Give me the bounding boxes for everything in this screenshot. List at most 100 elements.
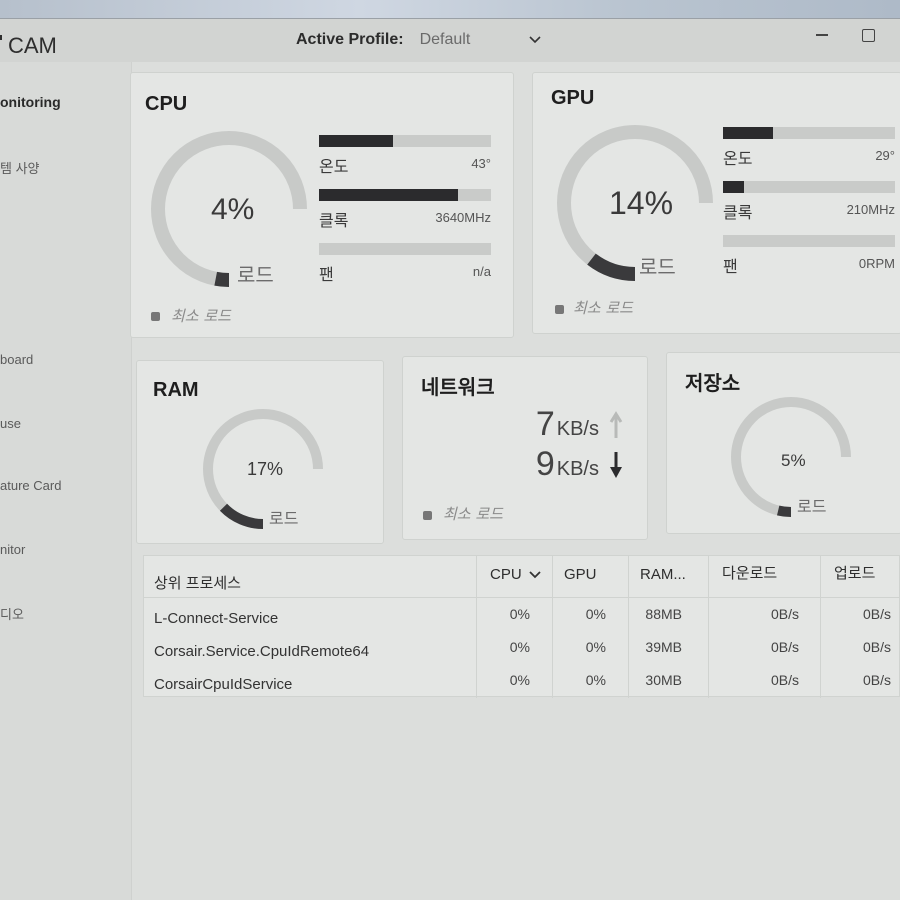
gpu-fan-value: 0RPM — [858, 256, 895, 271]
storage-load-value: 5% — [781, 451, 806, 470]
desktop-background — [0, 0, 900, 20]
cell-upload: 0B/s — [862, 639, 891, 655]
cell-gpu: 0% — [585, 672, 606, 688]
gpu-temp-metric: 온도 29° — [723, 127, 895, 169]
gpu-temp-bar — [723, 127, 895, 139]
sidebar: onitoring 템 사양 board use ature Card nito… — [0, 62, 132, 900]
sidebar-item-monitor[interactable]: nitor — [0, 542, 25, 557]
network-download-value: 9 — [535, 445, 555, 483]
network-upload-unit: KB/s — [556, 418, 599, 440]
cell-cpu: 0% — [509, 639, 530, 655]
maximize-button[interactable] — [858, 25, 878, 45]
gpu-fan-label: 팬 — [723, 257, 738, 276]
gpu-clock-label: 클록 — [723, 203, 753, 222]
cell-download: 0B/s — [770, 639, 799, 655]
ram-card: RAM 17% 로드 — [136, 360, 384, 544]
gauge-fill — [776, 505, 792, 517]
cell-download: 0B/s — [770, 672, 799, 688]
ram-load-value: 17% — [247, 459, 284, 479]
active-profile-value[interactable]: Default — [420, 31, 520, 49]
cpu-clock-bar — [319, 189, 491, 201]
cell-gpu: 0% — [585, 606, 606, 622]
gauge-fill — [219, 503, 264, 529]
cpu-temp-value: 43° — [471, 156, 491, 171]
cell-download: 0B/s — [770, 606, 799, 622]
table-row[interactable]: L-Connect-Service 0% 0% 88MB 0B/s 0B/s — [144, 606, 899, 636]
storage-title: 저장소 — [685, 373, 741, 395]
cpu-clock-bar-fill — [319, 189, 459, 201]
gpu-load-label: 로드 — [639, 257, 676, 279]
sidebar-item-monitoring[interactable]: onitoring — [0, 94, 61, 110]
gpu-card: GPU 14% 로드 최소 로드 온도 29° 클록 210MHz 팬 0RPM — [532, 72, 900, 334]
cpu-fan-label: 팬 — [319, 265, 334, 284]
storage-load-label: 로드 — [797, 499, 827, 516]
gpu-fan-bar — [723, 235, 895, 247]
legend-swatch-icon — [555, 305, 564, 314]
gpu-temp-bar-fill — [723, 127, 773, 139]
gpu-legend-min-load: 최소 로드 — [573, 299, 633, 317]
network-upload-value: 7 — [535, 405, 555, 443]
cell-gpu: 0% — [585, 639, 606, 655]
title-bar: CAM Active Profile: Default — [0, 18, 900, 62]
gpu-clock-value: 210MHz — [846, 202, 895, 217]
header-download[interactable]: 다운로드 — [722, 562, 777, 583]
cpu-card: CPU 4% 로드 최소 로드 온도 43° 클록 3640MHz 팬 n/a — [130, 72, 514, 338]
cell-name: Corsair.Service.CpuIdRemote64 — [154, 643, 370, 660]
cell-upload: 0B/s — [862, 672, 891, 688]
network-upload: 7 KB/s — [536, 405, 623, 444]
cpu-legend-min-load: 최소 로드 — [171, 307, 231, 325]
sidebar-item-mouse[interactable]: use — [0, 416, 21, 431]
ram-title: RAM — [153, 379, 199, 401]
gpu-clock-bar-fill — [723, 181, 744, 193]
minimize-button[interactable] — [812, 25, 832, 45]
gpu-title: GPU — [551, 87, 595, 109]
gauge-fill — [214, 271, 230, 287]
cell-ram: 39MB — [645, 639, 682, 655]
cell-ram: 30MB — [645, 672, 682, 688]
header-ram[interactable]: RAM... — [640, 566, 686, 583]
ram-load-label: 로드 — [269, 511, 299, 528]
header-gpu[interactable]: GPU — [564, 566, 597, 583]
table-header: 상위 프로세스 CPU GPU RAM... 다운로드 업로드 — [144, 556, 899, 598]
header-cpu[interactable]: CPU — [490, 566, 541, 583]
table-row[interactable]: Corsair.Service.CpuIdRemote64 0% 0% 39MB 0B/… — [144, 639, 899, 669]
sidebar-item-capture-card[interactable]: ature Card — [0, 478, 61, 493]
network-legend-min-load: 최소 로드 — [443, 505, 503, 523]
gpu-clock-bar — [723, 181, 895, 193]
sidebar-item-keyboard[interactable]: board — [0, 352, 33, 367]
cpu-title: CPU — [145, 93, 188, 115]
gauge-fill — [587, 253, 636, 281]
cell-name: CorsairCpuIdService — [154, 676, 293, 693]
header-upload[interactable]: 업로드 — [834, 562, 875, 583]
sort-descending-icon — [529, 571, 541, 579]
header-cpu-label: CPU — [490, 566, 522, 583]
network-card: 네트워크 7 KB/s 9 KB/s 최소 로드 — [402, 356, 648, 540]
cell-cpu: 0% — [509, 606, 530, 622]
active-profile-selector[interactable]: Active Profile: Default — [296, 31, 542, 49]
arrow-up-icon — [609, 411, 623, 438]
cell-cpu: 0% — [509, 672, 530, 688]
chevron-down-icon[interactable] — [528, 33, 542, 47]
cell-name: L-Connect-Service — [154, 610, 279, 627]
cell-ram: 88MB — [645, 606, 682, 622]
sidebar-item-audio[interactable]: 디오 — [0, 604, 24, 623]
app-logo: CAM — [0, 33, 57, 59]
cpu-load-label: 로드 — [237, 265, 274, 287]
gpu-temp-value: 29° — [875, 148, 895, 163]
network-download-unit: KB/s — [556, 458, 599, 480]
storage-card: 저장소 5% 로드 — [666, 352, 900, 534]
legend-swatch-icon — [151, 312, 160, 321]
gpu-fan-metric: 팬 0RPM — [723, 235, 895, 277]
top-processes-table: 상위 프로세스 CPU GPU RAM... 다운로드 업로드 L-Connec… — [143, 555, 900, 698]
cpu-clock-value: 3640MHz — [435, 210, 491, 225]
cpu-fan-value: n/a — [472, 264, 491, 279]
cpu-fan-metric: 팬 n/a — [319, 243, 491, 285]
sidebar-item-system-specs[interactable]: 템 사양 — [0, 158, 40, 177]
cpu-temp-bar-fill — [319, 135, 393, 147]
network-title: 네트워크 — [421, 377, 495, 399]
header-process-name[interactable]: 상위 프로세스 — [154, 572, 241, 593]
logo-mark-icon — [0, 35, 2, 40]
cpu-load-value: 4% — [211, 193, 255, 226]
cpu-clock-label: 클록 — [319, 211, 349, 230]
table-row[interactable]: CorsairCpuIdService 0% 0% 30MB 0B/s 0B/s — [144, 672, 899, 702]
